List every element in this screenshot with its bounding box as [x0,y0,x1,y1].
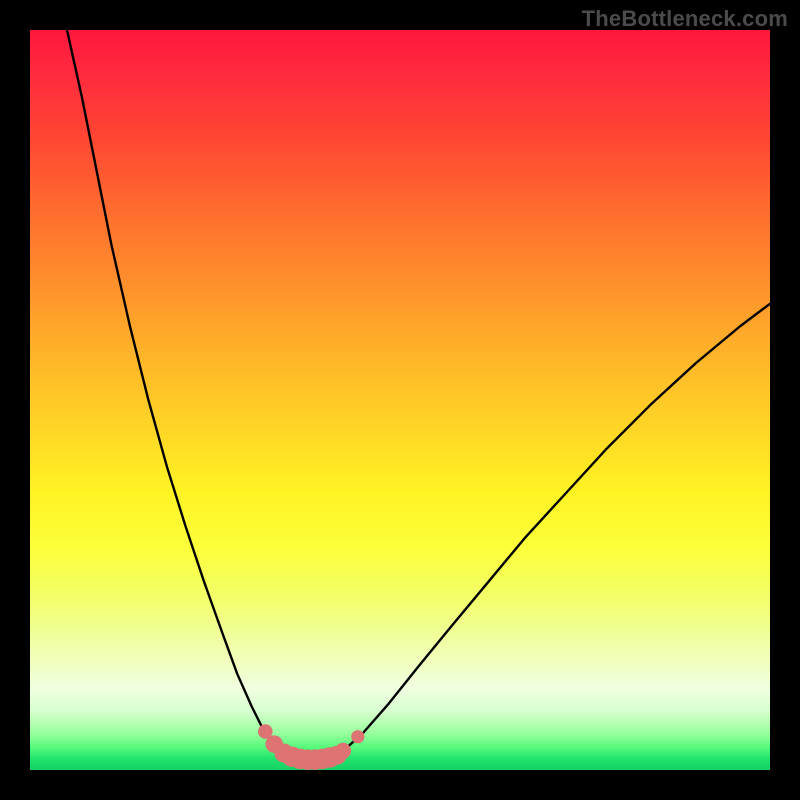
curve-layer [30,30,770,770]
valley-marker [351,730,364,743]
bottleneck-curve [67,30,770,760]
watermark-label: TheBottleneck.com [582,6,788,32]
valley-marker [335,743,351,759]
chart-frame: TheBottleneck.com [0,0,800,800]
plot-area [30,30,770,770]
